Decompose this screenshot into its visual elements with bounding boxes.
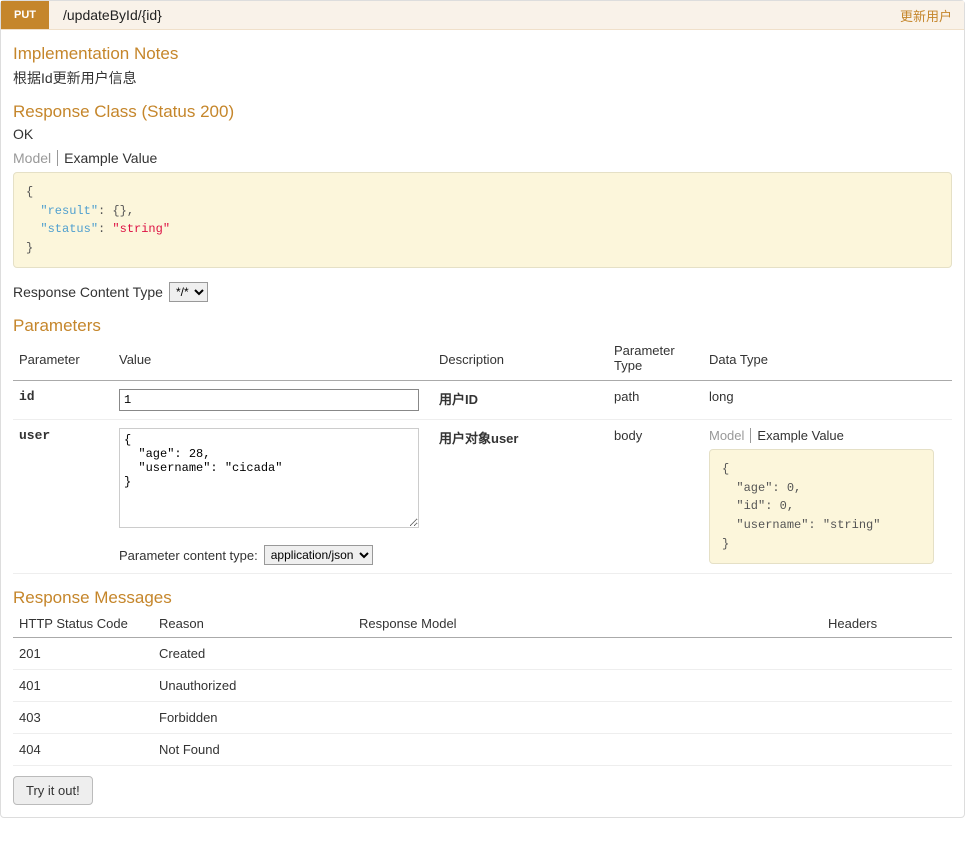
th-value: Value <box>113 340 433 380</box>
response-content-type-label: Response Content Type <box>13 284 163 300</box>
response-class-status: OK <box>13 126 952 142</box>
param-user-body[interactable] <box>119 428 419 528</box>
parameters-table: Parameter Value Description Parameter Ty… <box>13 340 952 574</box>
http-method-badge: PUT <box>1 1 49 29</box>
response-content-type-select[interactable]: */* <box>169 282 208 302</box>
status-reason: Unauthorized <box>153 670 353 702</box>
status-code: 404 <box>13 734 153 766</box>
th-description: Description <box>433 340 608 380</box>
datatype-tabs: Model Example Value <box>709 428 946 443</box>
operation-header[interactable]: PUT /updateById/{id} 更新用户 <box>1 1 964 30</box>
status-reason: Forbidden <box>153 702 353 734</box>
param-name: user <box>13 420 113 574</box>
th-response-model: Response Model <box>353 612 822 638</box>
status-reason: Not Found <box>153 734 353 766</box>
tab-example-value[interactable]: Example Value <box>64 150 157 166</box>
response-row: 403 Forbidden <box>13 702 952 734</box>
response-row: 401 Unauthorized <box>13 670 952 702</box>
response-messages-heading: Response Messages <box>13 588 952 608</box>
operation-panel: PUT /updateById/{id} 更新用户 Implementation… <box>0 0 965 818</box>
param-description: 用户对象user <box>433 420 608 574</box>
tab-model[interactable]: Model <box>13 150 58 166</box>
response-content-type-row: Response Content Type */* <box>13 282 952 302</box>
param-description: 用户ID <box>433 381 608 420</box>
th-parameter: Parameter <box>13 340 113 380</box>
status-code: 403 <box>13 702 153 734</box>
implementation-notes-text: 根据Id更新用户信息 <box>13 68 952 88</box>
param-row-user: user Parameter content type: application… <box>13 420 952 574</box>
operation-content: Implementation Notes 根据Id更新用户信息 Response… <box>1 30 964 817</box>
th-parameter-type: Parameter Type <box>608 340 703 380</box>
status-code: 201 <box>13 638 153 670</box>
param-type: path <box>608 381 703 420</box>
param-datatype: long <box>703 381 952 420</box>
tab-datatype-model[interactable]: Model <box>709 428 751 443</box>
try-it-out-button[interactable]: Try it out! <box>13 776 93 805</box>
response-row: 404 Not Found <box>13 734 952 766</box>
th-reason: Reason <box>153 612 353 638</box>
param-datatype-cell: Model Example Value { "age": 0, "id": 0, … <box>703 420 952 574</box>
th-http-status: HTTP Status Code <box>13 612 153 638</box>
parameters-heading: Parameters <box>13 316 952 336</box>
th-headers: Headers <box>822 612 952 638</box>
response-row: 201 Created <box>13 638 952 670</box>
response-messages-table: HTTP Status Code Reason Response Model H… <box>13 612 952 766</box>
param-content-type-label: Parameter content type: <box>119 548 258 563</box>
param-content-type-select[interactable]: application/json <box>264 545 373 565</box>
datatype-example-json[interactable]: { "age": 0, "id": 0, "username": "string… <box>709 449 934 564</box>
param-row-id: id 用户ID path long <box>13 381 952 420</box>
param-content-type-row: Parameter content type: application/json <box>119 545 427 565</box>
endpoint-path: /updateById/{id} <box>49 7 900 23</box>
status-reason: Created <box>153 638 353 670</box>
response-class-example[interactable]: { "result": {}, "status": "string" } <box>13 172 952 268</box>
tab-datatype-example[interactable]: Example Value <box>757 428 843 443</box>
implementation-notes-heading: Implementation Notes <box>13 44 952 64</box>
status-code: 401 <box>13 670 153 702</box>
param-id-input[interactable] <box>119 389 419 411</box>
operation-summary: 更新用户 <box>900 6 964 25</box>
response-class-tabs: Model Example Value <box>13 150 952 166</box>
th-data-type: Data Type <box>703 340 952 380</box>
param-name: id <box>13 381 113 420</box>
param-type: body <box>608 420 703 574</box>
response-class-heading: Response Class (Status 200) <box>13 102 952 122</box>
